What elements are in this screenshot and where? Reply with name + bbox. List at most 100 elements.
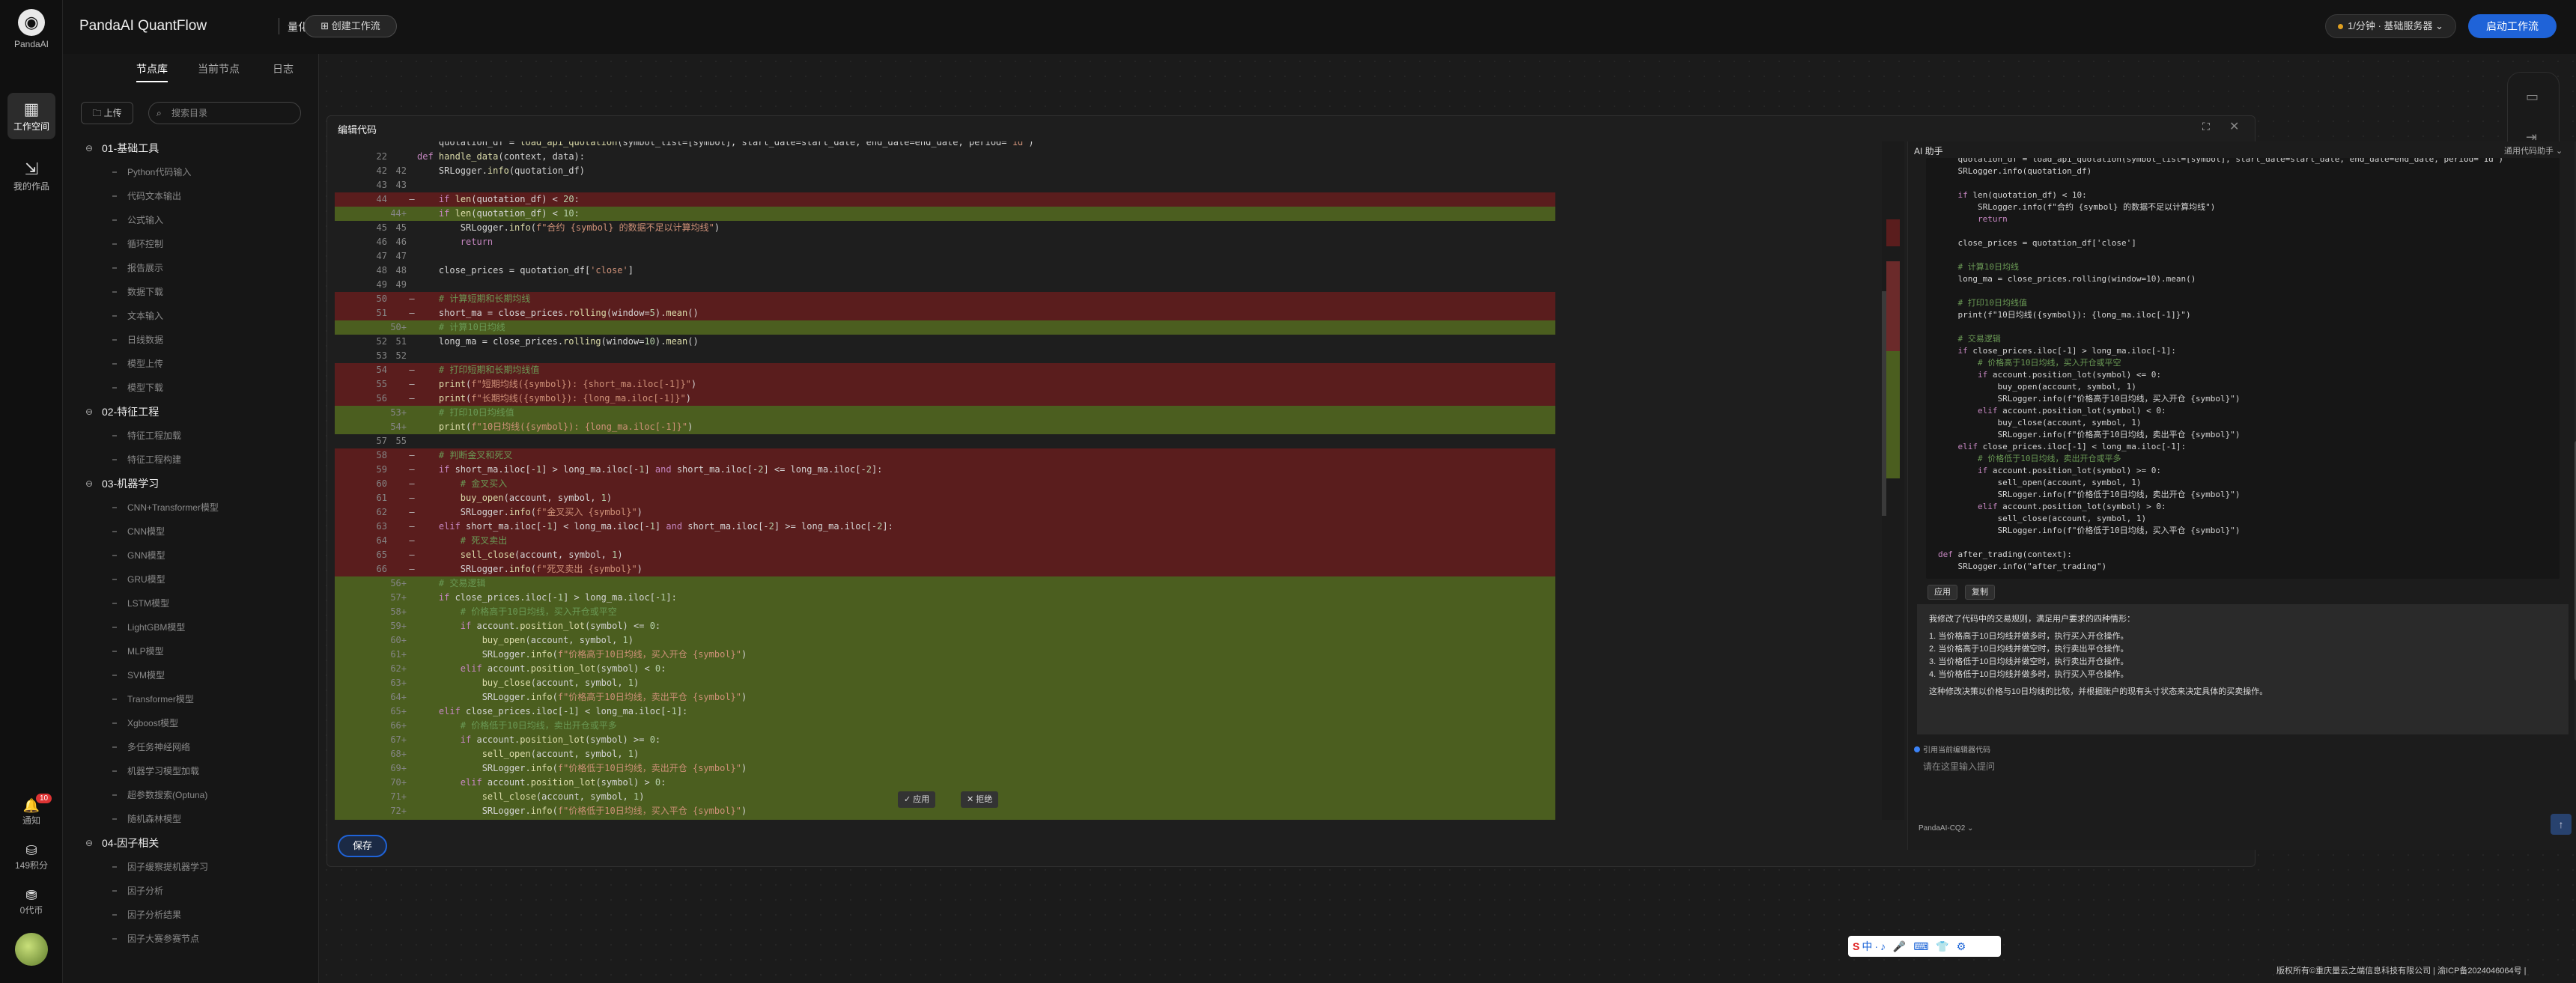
- accept-change-button[interactable]: ✓ 应用: [898, 791, 936, 808]
- save-button[interactable]: 保存: [338, 835, 387, 857]
- deleted-code-line[interactable]: # 判断金叉和死叉: [417, 448, 1555, 463]
- deleted-code-line[interactable]: buy_open(account, symbol, 1): [417, 491, 1555, 505]
- tree-node-item[interactable]: 日线数据: [81, 328, 313, 352]
- upload-button[interactable]: 🗀 上传: [81, 102, 133, 124]
- tree-category[interactable]: ⊖ 04-因子相关: [81, 831, 313, 855]
- code-diff-editor[interactable]: 22 42 42 43 43 44—44+ 45 45 46 46 47 47 48 48 49 49 50—5…: [335, 141, 1874, 820]
- reject-change-button[interactable]: ✕ 拒绝: [961, 791, 999, 808]
- added-code-line[interactable]: buy_open(account, symbol, 1): [417, 633, 1555, 648]
- code-line[interactable]: [417, 434, 1555, 448]
- deleted-code-line[interactable]: # 金叉买入: [417, 477, 1555, 491]
- deleted-code-line[interactable]: sell_close(account, symbol, 1): [417, 548, 1555, 562]
- deleted-code-line[interactable]: print(f"短期均线({symbol}): {short_ma.iloc[-…: [417, 377, 1555, 392]
- deleted-code-line[interactable]: print(f"长期均线({symbol}): {long_ma.iloc[-1…: [417, 392, 1555, 406]
- code-line[interactable]: [417, 178, 1555, 192]
- code-line[interactable]: [417, 278, 1555, 292]
- minimap-viewport[interactable]: [1882, 291, 1886, 516]
- deleted-code-line[interactable]: if len(quotation_df) < 20:: [417, 192, 1555, 207]
- tab-log[interactable]: 日志: [273, 61, 294, 76]
- editor-minimap[interactable]: [1882, 141, 1904, 820]
- tree-node-item[interactable]: GRU模型: [81, 567, 313, 591]
- send-icon[interactable]: ↑: [2551, 814, 2572, 835]
- added-code-line[interactable]: elif account.position_lot(symbol) > 0:: [417, 776, 1555, 790]
- tree-node-item[interactable]: MLP模型: [81, 639, 313, 663]
- tree-node-item[interactable]: 模型下载: [81, 376, 313, 400]
- code-line[interactable]: def handle_data(context, data):: [417, 150, 1555, 164]
- tree-node-item[interactable]: 代码文本输出: [81, 184, 313, 208]
- deleted-code-line[interactable]: SRLogger.info(f"死叉卖出 {symbol}"): [417, 562, 1555, 576]
- tree-category[interactable]: ⊖ 02-特征工程: [81, 400, 313, 424]
- added-code-line[interactable]: if account.position_lot(symbol) >= 0:: [417, 733, 1555, 747]
- ai-code-block[interactable]: quotation_df = load_api_quotation(symbol…: [1926, 158, 2560, 579]
- deleted-code-line[interactable]: # 打印短期和长期均线值: [417, 363, 1555, 377]
- start-workflow-button[interactable]: 启动工作流: [2468, 14, 2557, 38]
- works-button[interactable]: ⇲ 我的作品: [7, 153, 55, 199]
- code-line[interactable]: SRLogger.info(f"合约 {symbol} 的数据不足以计算均线"): [417, 221, 1555, 235]
- close-icon[interactable]: ✕: [2229, 119, 2239, 134]
- added-code-line[interactable]: if len(quotation_df) < 10:: [417, 207, 1555, 221]
- copy-button[interactable]: 复制: [1965, 585, 1995, 600]
- tree-node-item[interactable]: 多任务神经网络: [81, 735, 313, 759]
- tree-node-item[interactable]: CNN模型: [81, 520, 313, 544]
- panda-logo[interactable]: ◉ PandaAI: [13, 9, 49, 51]
- tree-category[interactable]: ⊖ 03-机器学习: [81, 472, 313, 496]
- added-code-line[interactable]: if close_prices.iloc[-1] > long_ma.iloc[…: [417, 591, 1555, 605]
- added-code-line[interactable]: elif close_prices.iloc[-1] < long_ma.ilo…: [417, 704, 1555, 719]
- model-select[interactable]: PandaAI-CQ2 ⌄: [1919, 824, 1973, 833]
- tree-node-item[interactable]: 因子分析: [81, 879, 313, 903]
- code-reference-toggle[interactable]: 引用当前编辑器代码: [1914, 743, 1990, 755]
- deleted-code-line[interactable]: # 死叉卖出: [417, 534, 1555, 548]
- tree-node-item[interactable]: 因子大赛参赛节点: [81, 927, 313, 951]
- tree-node-item[interactable]: Transformer模型: [81, 687, 313, 711]
- tree-node-item[interactable]: 因子分析结果: [81, 903, 313, 927]
- tab-node-library[interactable]: 节点库: [136, 61, 168, 82]
- apply-button[interactable]: 应用: [1928, 585, 1957, 600]
- code-line[interactable]: close_prices = quotation_df['close']: [417, 264, 1555, 278]
- ai-question-input[interactable]: 请在这里输入提问: [1914, 754, 2573, 836]
- tree-node-item[interactable]: 公式输入: [81, 208, 313, 232]
- added-code-line[interactable]: print(f"10日均线({symbol}): {long_ma.iloc[-…: [417, 420, 1555, 434]
- tree-node-item[interactable]: GNN模型: [81, 544, 313, 567]
- workspace-button[interactable]: ▦ 工作空间: [7, 93, 55, 139]
- tree-node-item[interactable]: CNN+Transformer模型: [81, 496, 313, 520]
- code-line[interactable]: return: [417, 235, 1555, 249]
- code-line[interactable]: long_ma = close_prices.rolling(window=10…: [417, 335, 1555, 349]
- ai-mode-select[interactable]: 通用代码助手 ⌄: [2504, 144, 2563, 156]
- tree-node-item[interactable]: 循环控制: [81, 232, 313, 256]
- credits-button[interactable]: ⛁ 149积分: [4, 843, 58, 871]
- tree-node-item[interactable]: 文本输入: [81, 304, 313, 328]
- fullscreen-icon[interactable]: ⛶: [2202, 121, 2210, 133]
- added-code-line[interactable]: # 价格高于10日均线，买入开仓或平空: [417, 605, 1555, 619]
- tree-node-item[interactable]: Xgboost模型: [81, 711, 313, 735]
- tree-node-item[interactable]: 数据下载: [81, 280, 313, 304]
- added-code-line[interactable]: elif account.position_lot(symbol) < 0:: [417, 662, 1555, 676]
- code-line[interactable]: [417, 349, 1555, 363]
- deleted-code-line[interactable]: short_ma = close_prices.rolling(window=5…: [417, 306, 1555, 320]
- avatar[interactable]: [15, 933, 48, 966]
- added-code-line[interactable]: # 价格低于10日均线，卖出开仓或平多: [417, 719, 1555, 733]
- tree-category[interactable]: ⊖ 01-基础工具: [81, 136, 313, 160]
- tree-node-item[interactable]: 特征工程加载: [81, 424, 313, 448]
- tree-node-item[interactable]: 报告展示: [81, 256, 313, 280]
- added-code-line[interactable]: # 计算10日均线: [417, 320, 1555, 335]
- coins-button[interactable]: ⛃ 0代币: [4, 888, 58, 916]
- tree-node-item[interactable]: 机器学习模型加载: [81, 759, 313, 783]
- tree-node-item[interactable]: Python代码输入: [81, 160, 313, 184]
- tree-node-item[interactable]: 特征工程构建: [81, 448, 313, 472]
- added-code-line[interactable]: SRLogger.info(f"价格低于10日均线，卖出开仓 {symbol}"…: [417, 761, 1555, 776]
- deleted-code-line[interactable]: if short_ma.iloc[-1] > long_ma.iloc[-1] …: [417, 463, 1555, 477]
- added-code-line[interactable]: # 打印10日均线值: [417, 406, 1555, 420]
- added-code-line[interactable]: SRLogger.info(f"价格高于10日均线，买入开仓 {symbol}"…: [417, 648, 1555, 662]
- tree-node-item[interactable]: 随机森林模型: [81, 807, 313, 831]
- tree-node-item[interactable]: SVM模型: [81, 663, 313, 687]
- added-code-line[interactable]: SRLogger.info(f"价格高于10日均线，卖出平仓 {symbol}"…: [417, 690, 1555, 704]
- code-line[interactable]: [417, 249, 1555, 264]
- search-input[interactable]: ⌕ 搜索目录: [148, 102, 301, 124]
- tree-node-item[interactable]: 因子缓察提机器学习: [81, 855, 313, 879]
- added-code-line[interactable]: sell_open(account, symbol, 1): [417, 747, 1555, 761]
- tab-current-node[interactable]: 当前节点: [198, 61, 240, 76]
- added-code-line[interactable]: # 交易逻辑: [417, 576, 1555, 591]
- tree-node-item[interactable]: 模型上传: [81, 352, 313, 376]
- ime-toolbar[interactable]: S中·♪ 🎤 ⌨ 👕 ⚙: [1848, 936, 2001, 957]
- tree-node-item[interactable]: LightGBM模型: [81, 615, 313, 639]
